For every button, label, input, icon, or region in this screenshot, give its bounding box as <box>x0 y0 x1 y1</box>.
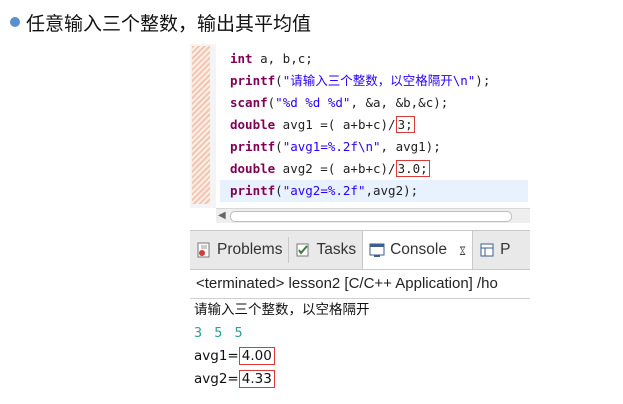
code-area[interactable]: int a, b,c; printf("请输入三个整数，以空格隔开\n"); s… <box>220 48 528 202</box>
tasks-icon <box>295 242 311 258</box>
tab-problems[interactable]: Problems <box>190 231 288 269</box>
close-icon[interactable]: ೱ <box>459 242 466 259</box>
console-header: <terminated> lesson2 [C/C++ Application]… <box>190 270 530 299</box>
keyword: double <box>230 117 276 132</box>
ide-screenshot: int a, b,c; printf("请输入三个整数，以空格隔开\n"); s… <box>190 44 530 396</box>
code-line-3: scanf("%d %d %d", &a, &b,&c); <box>220 92 528 114</box>
function-name: printf <box>230 139 276 154</box>
code-line-6: double avg2 =( a+b+c)/3.0; <box>220 158 528 180</box>
tab-console[interactable]: Console ೱ <box>362 231 474 269</box>
highlighted-divisor: 3.0; <box>395 160 430 177</box>
slide-title-row: 任意输入三个整数，输出其平均值 <box>10 8 311 36</box>
keyword: double <box>230 161 276 176</box>
avg2-label: avg2= <box>194 371 239 387</box>
slide-title: 任意输入三个整数，输出其平均值 <box>26 12 312 35</box>
function-name: scanf <box>230 95 268 110</box>
horizontal-scrollbar[interactable]: ◀ <box>216 208 530 223</box>
code-text: avg2 =( a+b+c)/ <box>275 161 396 176</box>
code-text: ( <box>275 183 283 198</box>
properties-icon <box>479 242 495 258</box>
code-line-2: printf("请输入三个整数，以空格隔开\n"); <box>220 70 528 92</box>
code-line-1: int a, b,c; <box>220 48 528 70</box>
code-line-7: printf("avg2=%.2f",avg2); <box>220 180 528 202</box>
code-line-4: double avg1 =( a+b+c)/3; <box>220 114 528 136</box>
keyword: int <box>230 51 253 66</box>
tab-label: Tasks <box>316 241 357 258</box>
editor-gutter <box>190 44 216 208</box>
console-output-line: avg2= 4.33 <box>190 368 530 391</box>
console-output-line: 请输入三个整数，以空格隔开 <box>194 302 370 318</box>
tab-partial[interactable]: P <box>473 231 516 269</box>
avg1-label: avg1= <box>194 348 239 364</box>
code-text: , &a, &b,&c); <box>350 95 449 110</box>
code-text: avg1 =( a+b+c)/ <box>275 117 396 132</box>
string-literal: "%d %d %d" <box>275 95 351 110</box>
string-literal: "avg1=%.2f\n" <box>282 139 381 154</box>
code-editor[interactable]: int a, b,c; printf("请输入三个整数，以空格隔开\n"); s… <box>190 44 530 208</box>
string-literal: "avg2=%.2f" <box>282 183 366 198</box>
tab-label: Console <box>390 241 447 258</box>
console-user-input: 3 5 5 <box>194 325 245 341</box>
code-text: , avg1); <box>380 139 441 154</box>
tab-label: P <box>500 241 511 258</box>
string-literal: "请输入三个整数，以空格隔开\n" <box>282 73 476 88</box>
tab-label: Problems <box>217 241 283 258</box>
view-tabs: Problems Tasks Console ೱ P <box>190 230 530 270</box>
bullet-icon <box>10 17 20 27</box>
console-view[interactable]: <terminated> lesson2 [C/C++ Application]… <box>190 270 530 396</box>
code-text: ( <box>275 139 283 154</box>
function-name: printf <box>230 73 276 88</box>
code-text: ); <box>475 73 491 88</box>
code-text: ,avg2); <box>365 183 419 198</box>
avg2-value: 4.33 <box>238 370 275 388</box>
scroll-left-icon[interactable]: ◀ <box>218 209 226 223</box>
console-icon <box>369 242 385 258</box>
code-text: ( <box>275 73 283 88</box>
function-name: printf <box>230 183 276 198</box>
console-output-line: avg1= 4.00 <box>190 345 530 368</box>
tab-tasks[interactable]: Tasks <box>289 231 362 269</box>
gutter-marker <box>192 46 210 204</box>
problems-icon <box>196 242 212 258</box>
scrollbar-thumb[interactable] <box>230 211 512 222</box>
code-line-5: printf("avg1=%.2f\n", avg1); <box>220 136 528 158</box>
highlighted-divisor: 3; <box>395 116 415 133</box>
avg1-value: 4.00 <box>238 347 275 365</box>
code-text: a, b,c; <box>252 51 313 66</box>
